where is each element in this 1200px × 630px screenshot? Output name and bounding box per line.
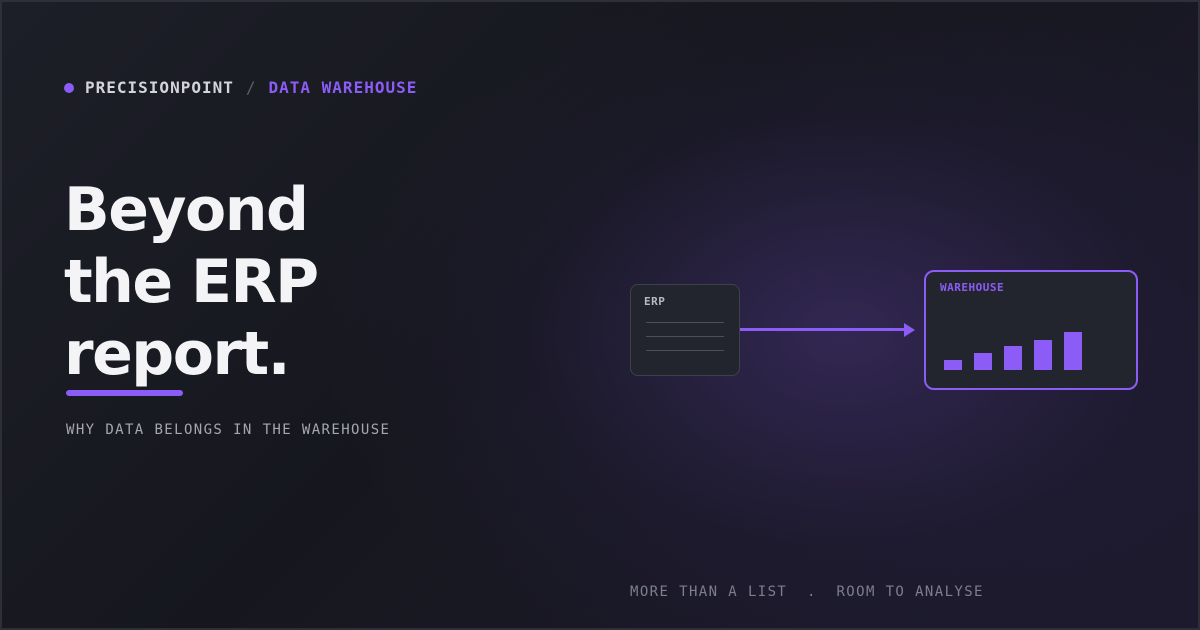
footer-divider: . (806, 584, 817, 600)
footer-tagline: MORE THAN A LIST . ROOM TO ANALYSE (630, 584, 984, 600)
headline: Beyond the ERP report. (64, 174, 319, 390)
warehouse-bar (974, 353, 992, 370)
headline-line-3: report. (64, 319, 291, 389)
flow-arrow-line (740, 328, 906, 331)
warehouse-card: WAREHOUSE (924, 270, 1138, 390)
footer-item-2: ROOM TO ANALYSE (836, 584, 984, 600)
flow-arrow-head-icon (904, 323, 915, 337)
erp-list-line (646, 336, 724, 337)
erp-card: ERP (630, 284, 740, 376)
footer-item-1: MORE THAN A LIST (630, 584, 788, 600)
headline-underline (66, 390, 183, 396)
headline-line-1: Beyond (64, 175, 309, 245)
warehouse-bar (1064, 332, 1082, 370)
brand-breadcrumb: PRECISIONPOINT / DATA WAREHOUSE (64, 78, 417, 97)
warehouse-bar (1004, 346, 1022, 370)
warehouse-bar (944, 360, 962, 370)
social-card: PRECISIONPOINT / DATA WAREHOUSE Beyond t… (0, 0, 1200, 630)
subtitle: WHY DATA BELONGS IN THE WAREHOUSE (66, 422, 391, 438)
erp-list-line (646, 322, 724, 323)
headline-line-2: the ERP (64, 247, 319, 317)
erp-list-line (646, 350, 724, 351)
breadcrumb-separator: / (245, 78, 257, 97)
warehouse-bar (1034, 340, 1052, 370)
erp-label: ERP (644, 295, 666, 308)
warehouse-label: WAREHOUSE (940, 281, 1005, 294)
brand-section: DATA WAREHOUSE (268, 78, 418, 97)
brand-company: PRECISIONPOINT (85, 78, 234, 97)
brand-dot-icon (64, 82, 74, 93)
